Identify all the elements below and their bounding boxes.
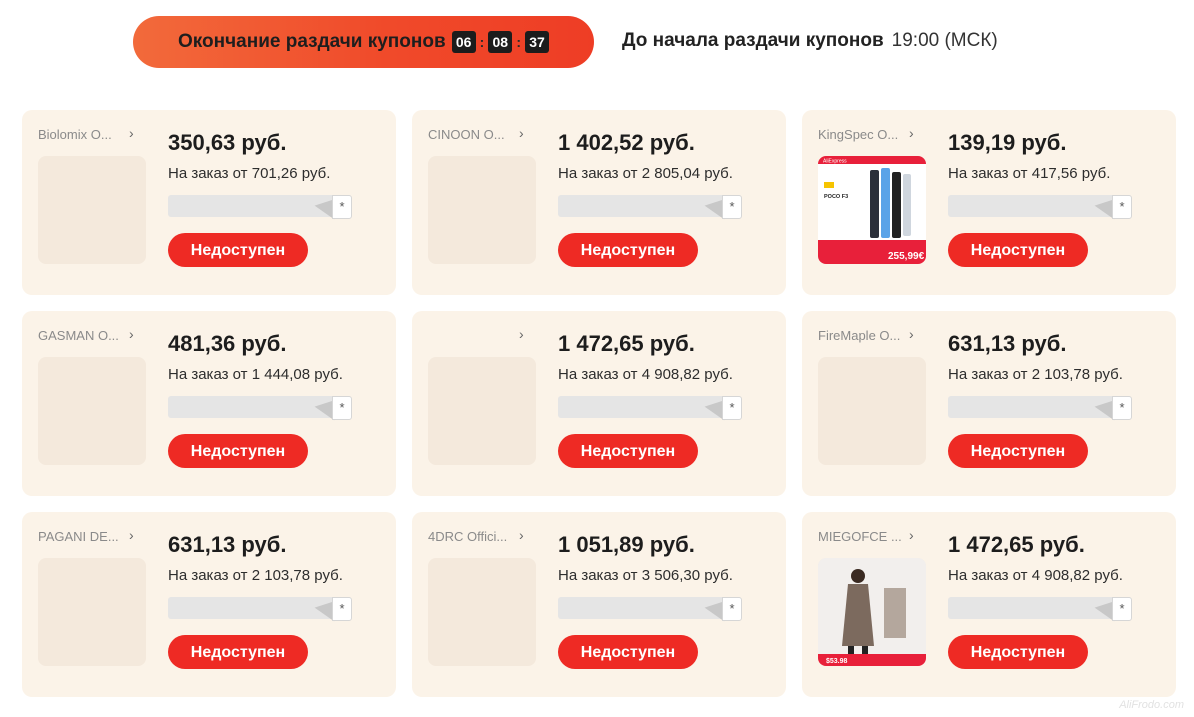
timer-hours: 06 [451,31,476,53]
product-image[interactable]: $53.98 [818,558,926,666]
coupon-value: 631,13 руб. [168,532,287,557]
store-name-link[interactable]: PAGANI DE... [38,529,142,544]
chevron-right-icon[interactable]: › [129,326,134,342]
coupon-start-time: 19:00 (МСК) [891,30,998,51]
coupon-value: 481,36 руб. [168,331,287,356]
coupon-value: 1 051,89 руб. [558,532,695,557]
store-name-link[interactable]: MIEGOFCE ... [818,529,922,544]
product-thumbnail[interactable] [428,156,536,264]
timer-seconds: 37 [524,31,549,53]
unavailable-button[interactable]: Недоступен [948,233,1088,267]
unavailable-button[interactable]: Недоступен [948,434,1088,468]
coupon-grid: Biolomix O... › 350,63 руб. На заказ от … [22,110,1177,697]
star-icon: * [332,195,352,219]
coupon-value: 631,13 руб. [948,331,1067,356]
coupon-start-label: До начала раздачи купонов [622,30,884,51]
unavailable-button[interactable]: Недоступен [558,434,698,468]
unavailable-button[interactable]: Недоступен [948,635,1088,669]
star-icon: * [722,597,742,621]
unavailable-button[interactable]: Недоступен [168,434,308,468]
coupon-value: 1 472,65 руб. [558,331,695,356]
star-icon: * [332,396,352,420]
coupon-value: 139,19 руб. [948,130,1067,155]
product-thumbnail[interactable] [818,357,926,465]
product-thumbnail[interactable] [428,357,536,465]
coupon-card: 4DRC Offici... › 1 051,89 руб. На заказ … [412,512,786,697]
product-image[interactable]: AliExpress POCO F3 255,99€ [818,156,926,264]
timer-separator: : [516,34,521,50]
unavailable-button[interactable]: Недоступен [168,635,308,669]
coupon-card: › 1 472,65 руб. На заказ от 4 908,82 руб… [412,311,786,496]
min-order-text: На заказ от 2 103,78 руб. [948,366,1123,383]
coupon-value: 1 472,65 руб. [948,532,1085,557]
product-thumbnail[interactable]: AliExpress POCO F3 255,99€ [818,156,926,264]
product-thumbnail[interactable] [38,156,146,264]
min-order-text: На заказ от 4 908,82 руб. [948,567,1123,584]
coupon-card: PAGANI DE... › 631,13 руб. На заказ от 2… [22,512,396,697]
chevron-right-icon[interactable]: › [129,125,134,141]
coupon-card: CINOON O... › 1 402,52 руб. На заказ от … [412,110,786,295]
svg-text:$53.98: $53.98 [826,658,848,665]
product-thumbnail[interactable] [38,357,146,465]
coupon-card: MIEGOFCE ... › $53.98 1 472,65 руб. На з… [802,512,1176,697]
star-icon: * [1112,396,1132,420]
coupon-card: KingSpec O... › AliExpress POCO F3 255,9… [802,110,1176,295]
coupon-start-info: До начала раздачи купонов 19:00 (МСК) [622,30,998,52]
timer-separator: : [479,34,485,50]
min-order-text: На заказ от 2 805,04 руб. [558,165,733,182]
svg-text:POCO F3: POCO F3 [824,194,848,200]
svg-text:AliExpress: AliExpress [823,159,847,165]
svg-text:255,99€: 255,99€ [888,251,925,262]
top-bar: Окончание раздачи купонов 06 : 08 : 37 Д… [0,0,1194,90]
star-icon: * [1112,597,1132,621]
min-order-text: На заказ от 417,56 руб. [948,165,1111,182]
coupon-value: 350,63 руб. [168,130,287,155]
chevron-right-icon[interactable]: › [909,527,914,543]
coupon-card: Biolomix O... › 350,63 руб. На заказ от … [22,110,396,295]
store-name-link[interactable]: 4DRC Offici... [428,529,532,544]
min-order-text: На заказ от 701,26 руб. [168,165,331,182]
product-thumbnail[interactable] [428,558,536,666]
timer-minutes: 08 [488,31,513,53]
min-order-text: На заказ от 3 506,30 руб. [558,567,733,584]
unavailable-button[interactable]: Недоступен [558,635,698,669]
coupon-value: 1 402,52 руб. [558,130,695,155]
store-name-link[interactable]: GASMAN O... [38,328,142,343]
coupon-ending-timer: Окончание раздачи купонов 06 : 08 : 37 [133,16,594,68]
product-thumbnail[interactable] [38,558,146,666]
coupon-card: FireMaple O... › 631,13 руб. На заказ от… [802,311,1176,496]
star-icon: * [332,597,352,621]
chevron-right-icon[interactable]: › [519,326,524,342]
chevron-right-icon[interactable]: › [909,125,914,141]
product-thumbnail[interactable]: $53.98 [818,558,926,666]
min-order-text: На заказ от 4 908,82 руб. [558,366,733,383]
store-name-link[interactable]: FireMaple O... [818,328,922,343]
store-name-link[interactable]: CINOON O... [428,127,532,142]
star-icon: * [1112,195,1132,219]
coupon-card: GASMAN O... › 481,36 руб. На заказ от 1 … [22,311,396,496]
star-icon: * [722,195,742,219]
store-name-link[interactable]: Biolomix O... [38,127,142,142]
coupon-ending-label: Окончание раздачи купонов [178,31,446,52]
chevron-right-icon[interactable]: › [129,527,134,543]
min-order-text: На заказ от 2 103,78 руб. [168,567,343,584]
chevron-right-icon[interactable]: › [909,326,914,342]
store-name-link[interactable]: KingSpec O... [818,127,922,142]
min-order-text: На заказ от 1 444,08 руб. [168,366,343,383]
star-icon: * [722,396,742,420]
unavailable-button[interactable]: Недоступен [168,233,308,267]
watermark: AliFrodo.com [1119,699,1184,711]
chevron-right-icon[interactable]: › [519,125,524,141]
unavailable-button[interactable]: Недоступен [558,233,698,267]
chevron-right-icon[interactable]: › [519,527,524,543]
